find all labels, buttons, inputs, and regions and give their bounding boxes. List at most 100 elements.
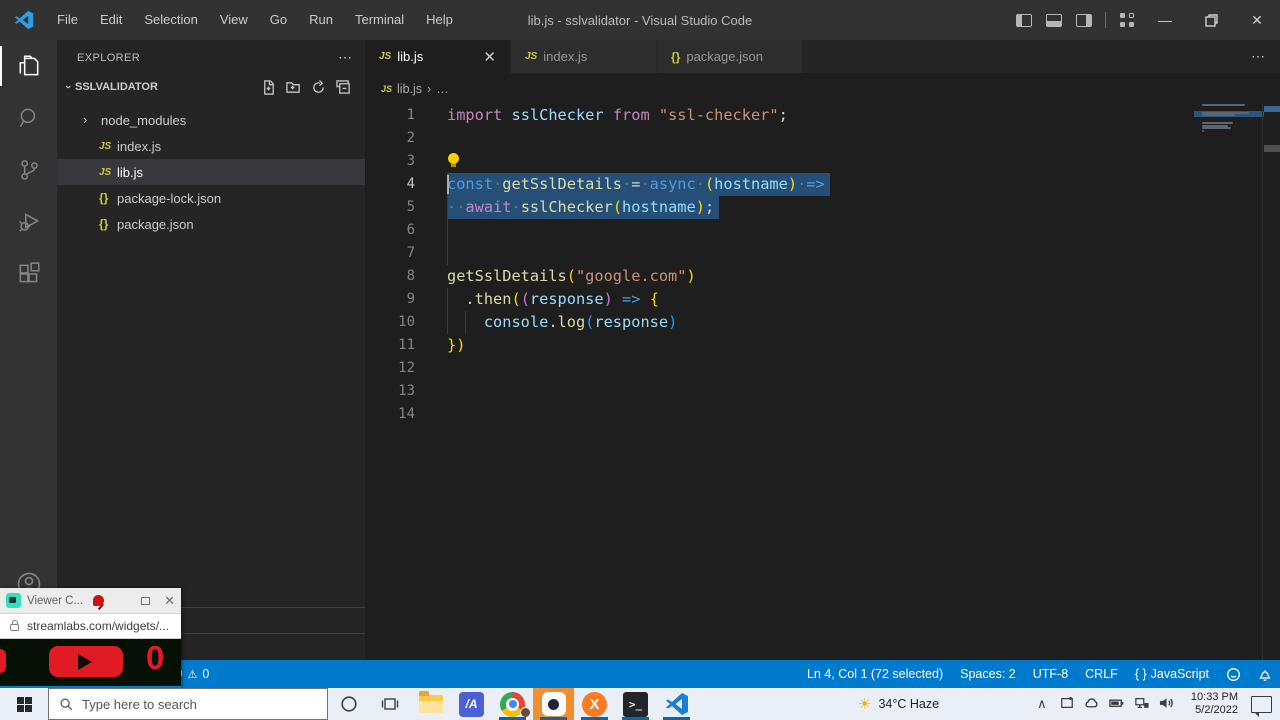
code-line-2[interactable]: 2​ xyxy=(365,127,1262,150)
task-view-button[interactable] xyxy=(369,688,410,720)
tab-lib.js[interactable]: JSlib.js✕ xyxy=(365,40,511,73)
menu-edit[interactable]: Edit xyxy=(89,12,133,27)
weather-widget[interactable]: ☀ 34°C Haze xyxy=(858,695,939,713)
menu-terminal[interactable]: Terminal xyxy=(344,12,415,27)
token: ) xyxy=(788,175,797,193)
file-tree-item-lib.js[interactable]: JSlib.js xyxy=(57,159,365,185)
activity-source-control-icon[interactable] xyxy=(0,144,57,196)
show-hidden-icons-chevron[interactable]: ∧ xyxy=(1033,696,1051,712)
folder-section-header[interactable]: › SSLVALIDATOR xyxy=(57,75,365,99)
code-line-14[interactable]: 14​ xyxy=(365,403,1262,426)
popup-close-icon[interactable]: ✕ xyxy=(164,593,175,609)
explorer-title: EXPLORER xyxy=(77,52,140,64)
code-line-1[interactable]: 1import sslChecker from "ssl-checker"; xyxy=(365,104,1262,127)
popup-maximize-icon[interactable] xyxy=(141,597,150,605)
explorer-more-actions-icon[interactable]: ⋯ xyxy=(338,49,353,66)
close-tab-icon[interactable]: ✕ xyxy=(479,48,500,66)
indent-guide xyxy=(447,196,448,219)
tray-battery-icon[interactable] xyxy=(1108,697,1126,711)
file-tree-item-package.json[interactable]: {}package.json xyxy=(57,211,365,237)
activity-run-debug-icon[interactable] xyxy=(0,196,57,248)
file-tree-item-node_modules[interactable]: ›node_modules xyxy=(57,107,365,133)
file-label: lib.js xyxy=(117,165,143,180)
file-tree-item-package-lock.json[interactable]: {}package-lock.json xyxy=(57,185,365,211)
viewer-count-popup-window[interactable]: Viewer C... ✕ streamlabs.com/widgets/...… xyxy=(0,588,181,688)
popup-url[interactable]: streamlabs.com/widgets/... xyxy=(27,619,169,633)
feedback-icon[interactable] xyxy=(1226,667,1241,682)
taskbar-vscode-icon[interactable] xyxy=(656,688,697,720)
taskbar-terminal-icon[interactable]: >_ xyxy=(615,688,656,720)
file-tree-item-index.js[interactable]: JSindex.js xyxy=(57,133,365,159)
cortana-button[interactable] xyxy=(328,688,369,720)
tray-cloud-icon[interactable] xyxy=(1083,697,1101,712)
code-line-12[interactable]: 12​ xyxy=(365,357,1262,380)
toggle-secondary-sidebar-icon[interactable] xyxy=(1076,14,1092,27)
editor-more-actions-icon[interactable]: ⋯ xyxy=(1251,48,1266,65)
lightbulb-icon[interactable] xyxy=(447,153,460,168)
indentation[interactable]: Spaces: 2 xyxy=(960,667,1016,681)
breadcrumb[interactable]: JS lib.js › … xyxy=(365,73,1280,104)
code-line-6[interactable]: 6​ xyxy=(365,219,1262,242)
tab-index.js[interactable]: JSindex.js xyxy=(511,40,657,73)
menu-view[interactable]: View xyxy=(209,12,259,27)
new-folder-icon[interactable] xyxy=(286,80,301,95)
code-line-9[interactable]: 9 .then((response) => { xyxy=(365,288,1262,311)
menu-file[interactable]: File xyxy=(46,12,89,27)
refresh-icon[interactable] xyxy=(311,80,326,95)
breadcrumb-file[interactable]: lib.js xyxy=(397,82,422,96)
language-mode[interactable]: { } JavaScript xyxy=(1135,667,1209,681)
new-file-icon[interactable] xyxy=(261,80,276,95)
toggle-sidebar-icon[interactable] xyxy=(1016,14,1032,27)
taskbar-clock[interactable]: 10:33 PM 5/2/2022 xyxy=(1191,691,1238,717)
line-content: getSslDetails("google.com") xyxy=(447,265,696,288)
weather-icon: ☀ xyxy=(858,695,871,713)
tray-app-window-icon[interactable] xyxy=(1058,696,1076,713)
action-center-icon[interactable] xyxy=(1251,696,1272,713)
activity-search-icon[interactable] xyxy=(0,92,57,144)
start-button[interactable] xyxy=(0,688,48,720)
code-area[interactable]: 1import sslChecker from "ssl-checker";2​… xyxy=(365,104,1262,660)
cursor-position[interactable]: Ln 4, Col 1 (72 selected) xyxy=(807,667,943,681)
tray-volume-icon[interactable] xyxy=(1158,697,1176,712)
code-line-11[interactable]: 11}) xyxy=(365,334,1262,357)
eol-sequence[interactable]: CRLF xyxy=(1085,667,1118,681)
menu-selection[interactable]: Selection xyxy=(133,12,208,27)
taskbar-xampp-icon[interactable]: X xyxy=(574,688,615,720)
code-line-5[interactable]: 5··await·sslChecker(hostname); xyxy=(365,196,1262,219)
minimap[interactable] xyxy=(1200,104,1258,184)
close-button[interactable]: ✕ xyxy=(1234,0,1280,40)
collapse-all-icon[interactable] xyxy=(336,80,351,95)
minimize-button[interactable]: — xyxy=(1142,0,1188,40)
split-editor-icon[interactable] xyxy=(1221,49,1237,65)
menu-run[interactable]: Run xyxy=(298,12,344,27)
code-line-13[interactable]: 13​ xyxy=(365,380,1262,403)
taskbar-search-box[interactable]: Type here to search xyxy=(48,688,328,720)
encoding[interactable]: UTF-8 xyxy=(1033,667,1068,681)
popup-address-bar[interactable]: streamlabs.com/widgets/... xyxy=(0,613,181,639)
line-number: 10 xyxy=(365,311,415,334)
tray-network-icon[interactable] xyxy=(1133,697,1151,712)
activity-extensions-icon[interactable] xyxy=(0,248,57,300)
search-icon xyxy=(59,697,73,711)
taskbar-slash-a-app-icon[interactable]: /A xyxy=(451,688,492,720)
code-line-7[interactable]: 7​ xyxy=(365,242,1262,265)
code-line-4[interactable]: 4const·getSslDetails·=·async·(hostname)·… xyxy=(365,173,1262,196)
popup-title-bar[interactable]: Viewer C... ✕ xyxy=(0,588,181,613)
menu-help[interactable]: Help xyxy=(415,12,464,27)
restore-button[interactable] xyxy=(1188,0,1234,40)
menu-go[interactable]: Go xyxy=(259,12,298,27)
activity-explorer-icon[interactable] xyxy=(0,40,57,92)
customize-layout-icon[interactable] xyxy=(1120,13,1134,27)
taskbar-streamlabs-icon[interactable] xyxy=(533,688,574,720)
breadcrumb-more[interactable]: … xyxy=(436,82,449,96)
toggle-panel-icon[interactable] xyxy=(1046,14,1062,27)
editor-scrollbar[interactable] xyxy=(1264,145,1280,152)
code-line-3[interactable]: 3​ xyxy=(365,150,1262,173)
taskbar-chrome-icon[interactable] xyxy=(492,688,533,720)
tab-package.json[interactable]: {}package.json xyxy=(657,40,803,73)
code-line-10[interactable]: 10 console.log(response) xyxy=(365,311,1262,334)
taskbar-file-explorer-icon[interactable] xyxy=(410,688,451,720)
code-line-8[interactable]: 8getSslDetails("google.com") xyxy=(365,265,1262,288)
notifications-bell-icon[interactable] xyxy=(1258,667,1272,682)
token: . xyxy=(548,313,557,331)
